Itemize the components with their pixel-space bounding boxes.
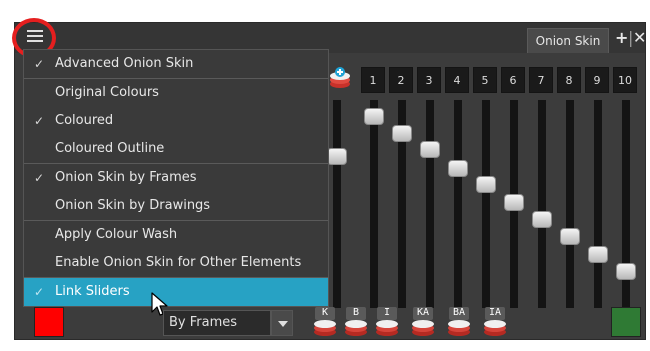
onion-skin-button-b[interactable]: B <box>343 305 369 337</box>
menu-item-coloured[interactable]: ✓ Coloured <box>24 107 328 135</box>
onion-skin-slider-track[interactable] <box>370 100 378 308</box>
chevron-down-icon[interactable] <box>271 310 293 336</box>
onion-skin-slider-track[interactable] <box>566 100 574 308</box>
menu-item-label: Advanced Onion Skin <box>55 56 194 71</box>
menu-item-original-colours[interactable]: Original Colours <box>24 79 328 107</box>
frame-number-3[interactable]: 3 <box>417 67 441 93</box>
onion-skin-button-label: B <box>352 307 360 318</box>
onion-skin-button-i[interactable]: I <box>374 305 400 337</box>
onion-skin-button-label: BA <box>452 307 466 318</box>
onion-skin-slider-track[interactable] <box>538 100 546 308</box>
onion-skin-slider-knob[interactable] <box>532 211 552 228</box>
frame-number-4[interactable]: 4 <box>445 67 469 93</box>
check-icon: ✓ <box>34 114 45 128</box>
onion-skin-slider-track[interactable] <box>594 100 602 308</box>
frame-number-7[interactable]: 7 <box>529 67 553 93</box>
onion-skin-slider-knob[interactable] <box>420 141 440 158</box>
check-icon: ✓ <box>34 171 45 185</box>
frame-number-6[interactable]: 6 <box>501 67 525 93</box>
menu-item-onion-skin-by-frames[interactable]: ✓ Onion Skin by Frames <box>24 164 328 192</box>
menu-item-label: Apply Colour Wash <box>55 227 178 242</box>
menu-item-enable-onion-skin-other-elements[interactable]: Enable Onion Skin for Other Elements <box>24 249 328 277</box>
tab-onion-skin[interactable]: Onion Skin <box>527 28 609 53</box>
menu-item-label: Original Colours <box>55 85 159 100</box>
onion-skin-button-label: I <box>383 307 391 318</box>
onion-skin-slider-knob[interactable] <box>364 108 384 125</box>
onion-skin-slider-knob[interactable] <box>392 125 412 142</box>
menu-item-apply-colour-wash[interactable]: Apply Colour Wash <box>24 221 328 249</box>
menu-item-label: Coloured Outline <box>55 141 165 156</box>
plus-icon[interactable]: + <box>615 29 628 47</box>
frame-number-10[interactable]: 10 <box>613 67 637 93</box>
menu-item-label: Onion Skin by Frames <box>55 170 197 185</box>
check-icon: ✓ <box>34 285 45 299</box>
onion-skin-button-label: K <box>321 307 329 318</box>
onion-skin-button-label: IA <box>488 307 502 318</box>
frame-number-5[interactable]: 5 <box>473 67 497 93</box>
onion-skin-slider-knob[interactable] <box>448 160 468 177</box>
onion-skin-button-ia[interactable]: IA <box>482 305 508 337</box>
check-icon: ✓ <box>34 57 45 71</box>
menu-item-advanced-onion-skin[interactable]: ✓ Advanced Onion Skin <box>24 50 328 78</box>
onion-skin-slider-track[interactable] <box>333 100 341 308</box>
onion-skin-slider-knob[interactable] <box>560 228 580 245</box>
frame-number-1[interactable]: 1 <box>361 67 385 93</box>
menu-item-label: Link Sliders <box>55 284 130 299</box>
frame-number-9[interactable]: 9 <box>585 67 609 93</box>
onion-skin-slider-track[interactable] <box>482 100 490 308</box>
onion-skin-slider-knob[interactable] <box>504 194 524 211</box>
onion-skin-button-label: KA <box>416 307 430 318</box>
onion-skin-slider-track[interactable] <box>454 100 462 308</box>
menu-item-label: Enable Onion Skin for Other Elements <box>55 255 302 270</box>
menu-item-label: Onion Skin by Drawings <box>55 198 211 213</box>
menu-item-onion-skin-by-drawings[interactable]: Onion Skin by Drawings <box>24 192 328 220</box>
add-onion-skin-icon[interactable] <box>329 66 355 90</box>
frame-number-2[interactable]: 2 <box>389 67 413 93</box>
next-colour-swatch[interactable] <box>611 307 641 337</box>
onion-skin-slider-knob[interactable] <box>327 148 347 165</box>
onion-skin-slider-track[interactable] <box>426 100 434 308</box>
onion-skin-slider-knob[interactable] <box>616 263 636 280</box>
onion-skin-button-k[interactable]: K <box>312 305 338 337</box>
onion-skin-button-ka[interactable]: KA <box>410 305 436 337</box>
menu-item-label: Coloured <box>55 113 114 128</box>
onion-skin-mode-select[interactable]: By Frames <box>163 310 271 336</box>
frame-number-8[interactable]: 8 <box>557 67 581 93</box>
previous-colour-swatch[interactable] <box>34 307 64 337</box>
menu-item-link-sliders[interactable]: ✓ Link Sliders <box>24 278 328 306</box>
onion-skin-options-menu: ✓ Advanced Onion Skin Original Colours ✓… <box>23 49 329 307</box>
onion-skin-slider-knob[interactable] <box>476 176 496 193</box>
close-icon[interactable]: ✕ <box>633 29 646 47</box>
menu-item-coloured-outline[interactable]: Coloured Outline <box>24 135 328 163</box>
onion-skin-slider-knob[interactable] <box>588 246 608 263</box>
onion-skin-button-ba[interactable]: BA <box>446 305 472 337</box>
